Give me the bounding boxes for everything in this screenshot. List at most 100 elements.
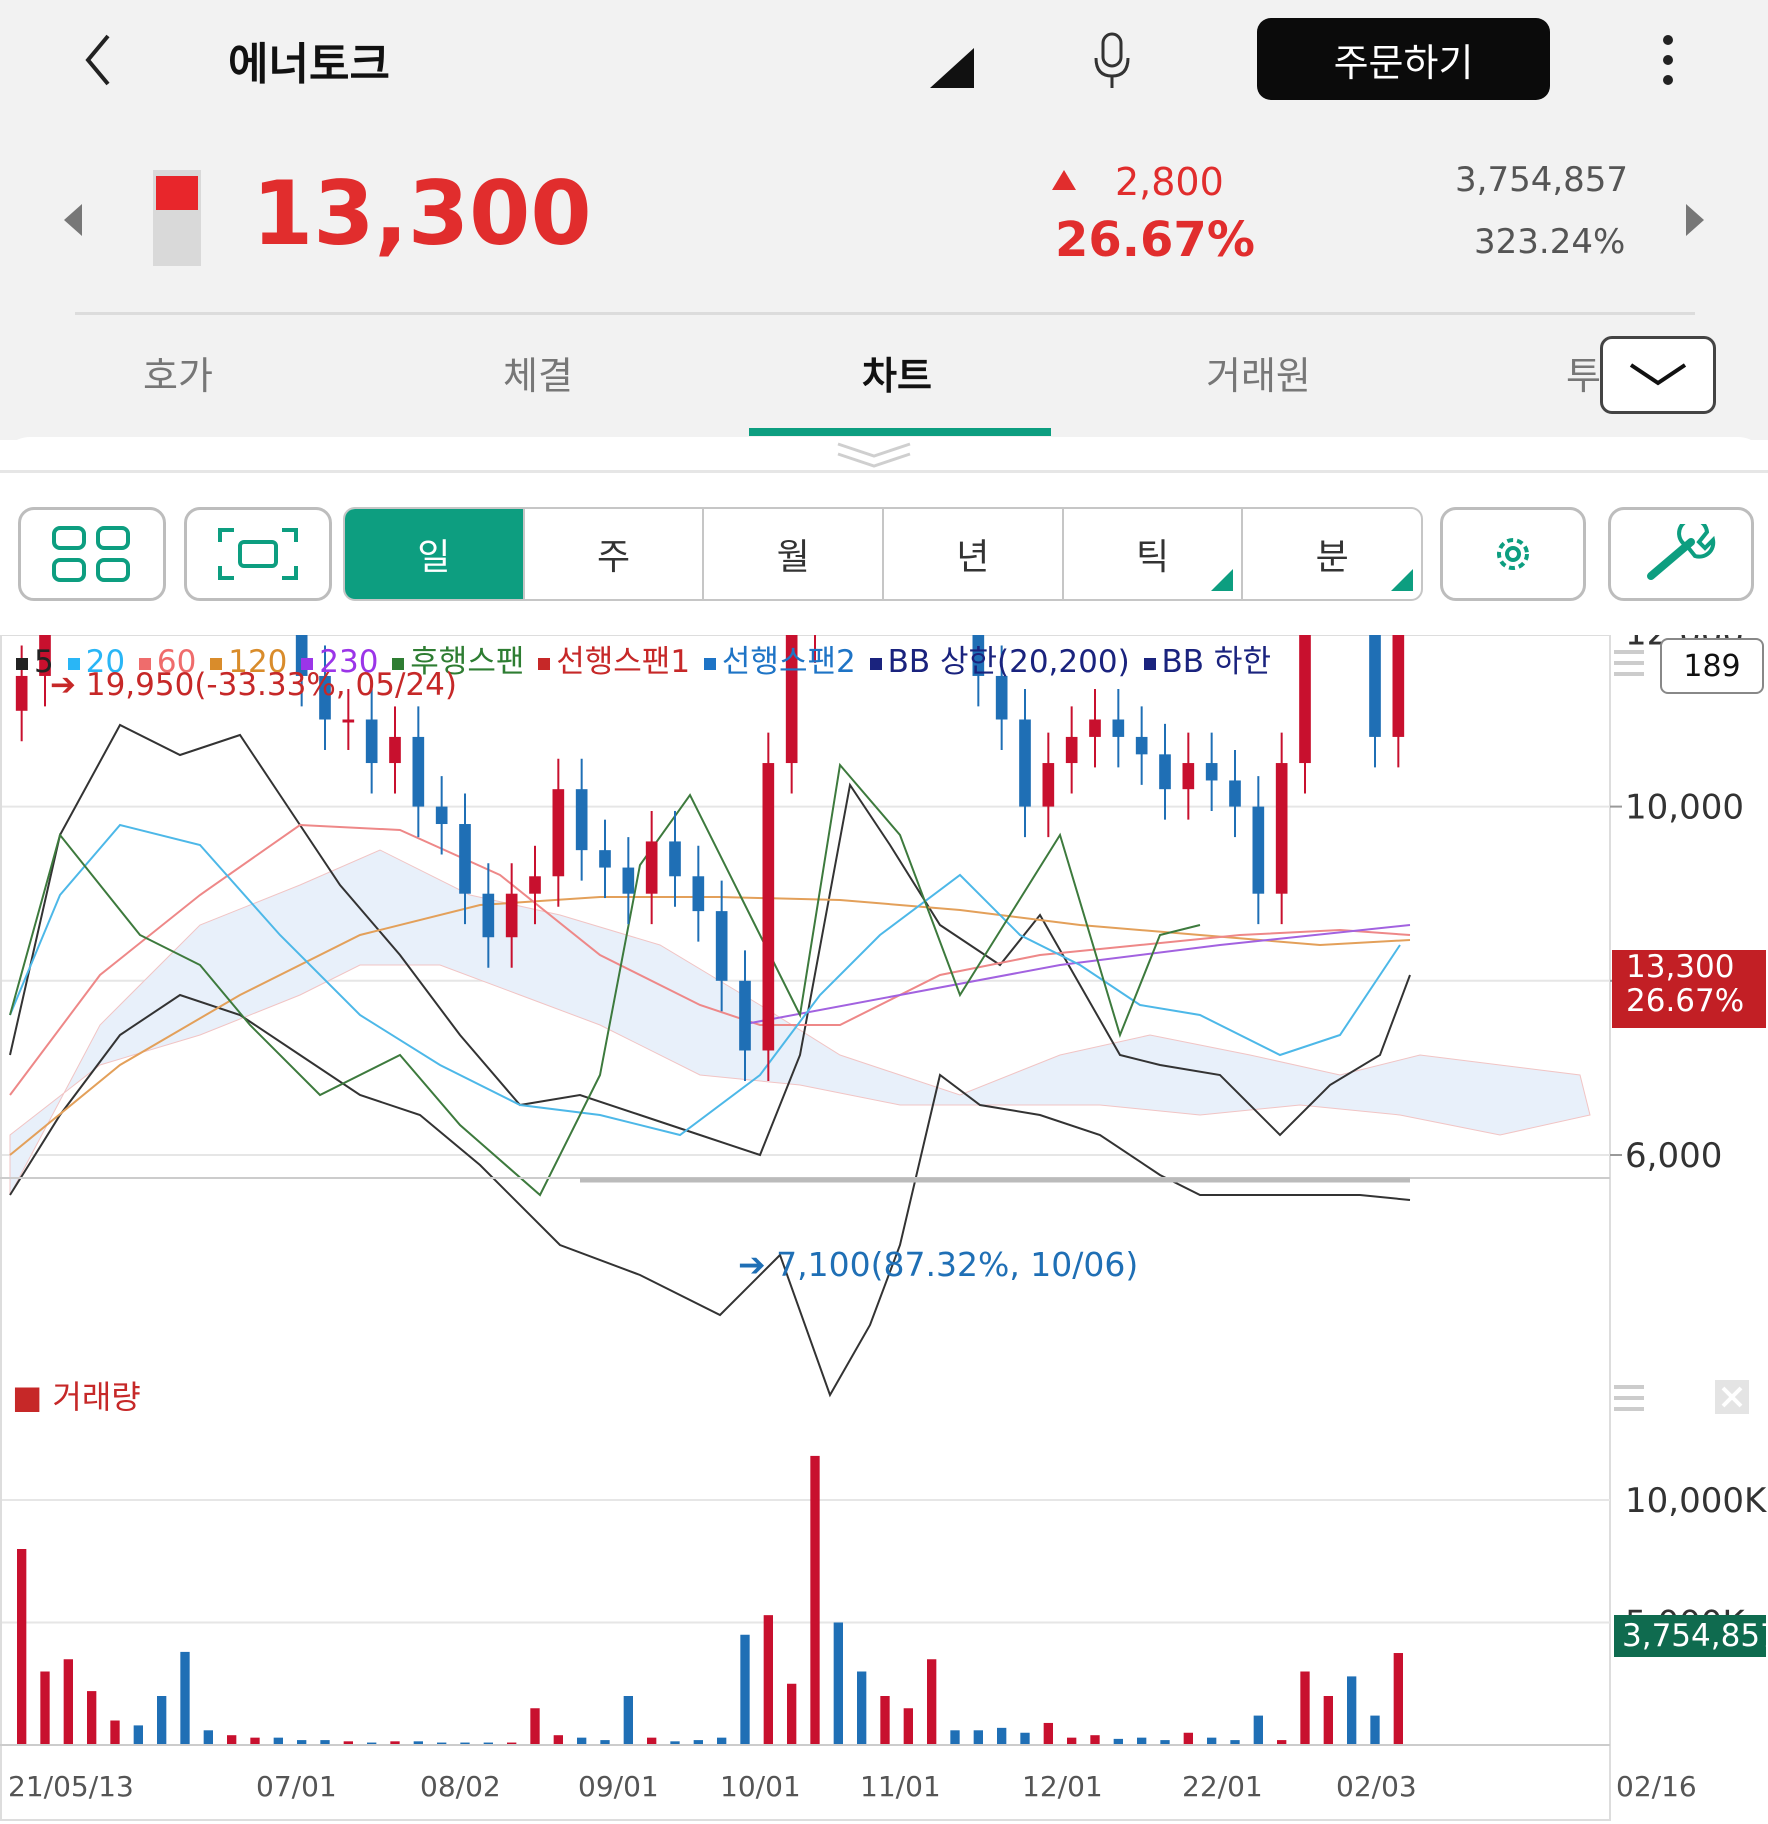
period-minute[interactable]: 분 xyxy=(1241,509,1421,599)
volume-bar xyxy=(1370,1715,1380,1745)
x-axis-label: 22/01 xyxy=(1182,1770,1263,1803)
settings-button[interactable] xyxy=(1440,507,1586,601)
volume-bar xyxy=(63,1659,73,1745)
order-button[interactable]: 주문하기 xyxy=(1257,18,1550,100)
volume-bar xyxy=(110,1720,120,1745)
volume-bar xyxy=(553,1735,563,1745)
price-tag-value: 13,300 xyxy=(1626,949,1735,985)
tab-brokers[interactable]: 거래원 xyxy=(1206,345,1311,400)
candle xyxy=(1182,763,1195,790)
tab-investors[interactable]: 투 xyxy=(1566,345,1601,400)
min-price-note: ➔ 7,100(87.32%, 10/06) xyxy=(738,1245,1139,1284)
tab-expand-button[interactable] xyxy=(1600,336,1716,414)
candle xyxy=(599,850,611,868)
candle xyxy=(669,841,681,877)
chart-area[interactable]: 18,00016,00014,00012,00010,0008,0006,000… xyxy=(0,635,1768,1824)
volume-bar xyxy=(40,1671,50,1745)
divider xyxy=(75,312,1695,315)
volume-bar xyxy=(787,1683,797,1745)
grid-layout-icon xyxy=(52,526,130,582)
volume-bar xyxy=(857,1671,867,1745)
fullscreen-icon xyxy=(218,528,298,580)
volume-bar xyxy=(1207,1737,1217,1745)
period-minute-label: 분 xyxy=(1315,537,1349,578)
volume-bar xyxy=(1020,1732,1030,1745)
candle-count[interactable]: 189 xyxy=(1660,638,1764,694)
volume-bar xyxy=(1090,1735,1100,1745)
candle xyxy=(692,876,705,912)
legend-bb-lower: BB 하한 xyxy=(1161,644,1271,680)
volume-bar xyxy=(250,1737,260,1745)
candle xyxy=(365,719,378,764)
legend-swatch xyxy=(538,657,551,670)
candle xyxy=(645,841,658,894)
max-price-note: ➔ 19,950(-33.33%, 05/24) xyxy=(50,667,457,703)
x-axis-label: 07/01 xyxy=(256,1770,337,1803)
close-icon[interactable] xyxy=(1715,1380,1749,1414)
back-icon[interactable] xyxy=(80,30,120,90)
tools-button[interactable] xyxy=(1608,507,1754,601)
volume-legend-label: 거래량 xyxy=(52,1378,141,1416)
y-tick-label: 10,000 xyxy=(1625,788,1744,828)
next-stock-icon[interactable] xyxy=(1686,200,1706,240)
volume-bar xyxy=(227,1735,237,1745)
signal-icon xyxy=(930,48,974,88)
stock-name[interactable]: 에너토크 xyxy=(228,28,390,92)
volume-bar xyxy=(1347,1676,1357,1745)
period-month[interactable]: 월 xyxy=(702,509,882,599)
candle xyxy=(622,867,635,894)
candle xyxy=(575,789,588,851)
volume-bar xyxy=(530,1708,540,1745)
volume-bar xyxy=(1183,1732,1193,1745)
dropdown-corner-icon xyxy=(1391,569,1414,591)
tab-orderbook[interactable]: 호가 xyxy=(143,345,213,400)
volume-legend: ■ 거래량 xyxy=(12,1378,141,1416)
volume-bar xyxy=(203,1730,213,1745)
tab-indicator xyxy=(749,428,1051,436)
current-volume-tag: 3,754,857 xyxy=(1614,1615,1768,1657)
volume-bar xyxy=(973,1730,983,1745)
volume-bar xyxy=(1323,1696,1333,1745)
tab-trades[interactable]: 체결 xyxy=(503,345,573,400)
volume-bar xyxy=(17,1549,27,1745)
candle xyxy=(1275,763,1288,894)
candle xyxy=(1392,635,1405,737)
candle xyxy=(1112,719,1125,737)
x-axis-label: 08/02 xyxy=(420,1770,501,1803)
prev-stock-icon[interactable] xyxy=(62,200,82,240)
volume-bar xyxy=(833,1622,843,1745)
volume-bar xyxy=(133,1725,143,1745)
x-axis-label: 12/01 xyxy=(1022,1770,1103,1803)
candle xyxy=(1159,754,1171,790)
period-year[interactable]: 년 xyxy=(882,509,1062,599)
more-icon[interactable] xyxy=(1656,30,1680,90)
microphone-icon[interactable] xyxy=(1090,30,1134,90)
volume-bar xyxy=(740,1634,750,1745)
price-change: 2,800 xyxy=(1115,160,1224,204)
volume-menu-icon[interactable] xyxy=(1614,1383,1644,1413)
price-range-fill xyxy=(156,176,198,210)
volume-bar xyxy=(880,1696,890,1745)
current-price-tag: 13,300 26.67% xyxy=(1612,950,1766,1028)
volume-bar xyxy=(1137,1737,1147,1745)
candle xyxy=(482,893,495,938)
tab-chart[interactable]: 차트 xyxy=(862,345,932,400)
candle xyxy=(1229,780,1241,807)
menu-icon[interactable] xyxy=(1614,648,1644,678)
period-day[interactable]: 일 xyxy=(345,509,523,599)
candle xyxy=(389,736,401,764)
price-change-percent: 26.67% xyxy=(1055,212,1255,268)
gear-icon xyxy=(1497,538,1529,570)
dropdown-corner-icon xyxy=(1211,569,1234,591)
drag-handle-icon[interactable] xyxy=(834,440,914,470)
current-price: 13,300 xyxy=(252,162,592,265)
candle xyxy=(1369,635,1381,737)
divider xyxy=(0,470,1768,473)
period-tick[interactable]: 틱 xyxy=(1061,509,1242,599)
fullscreen-button[interactable] xyxy=(184,507,332,601)
x-axis-label: 21/05/13 xyxy=(8,1770,134,1803)
layout-button[interactable] xyxy=(18,507,166,601)
candle xyxy=(412,736,425,807)
legend-leading-span-2: 선행스팬2 xyxy=(721,644,856,680)
period-week[interactable]: 주 xyxy=(522,509,703,599)
